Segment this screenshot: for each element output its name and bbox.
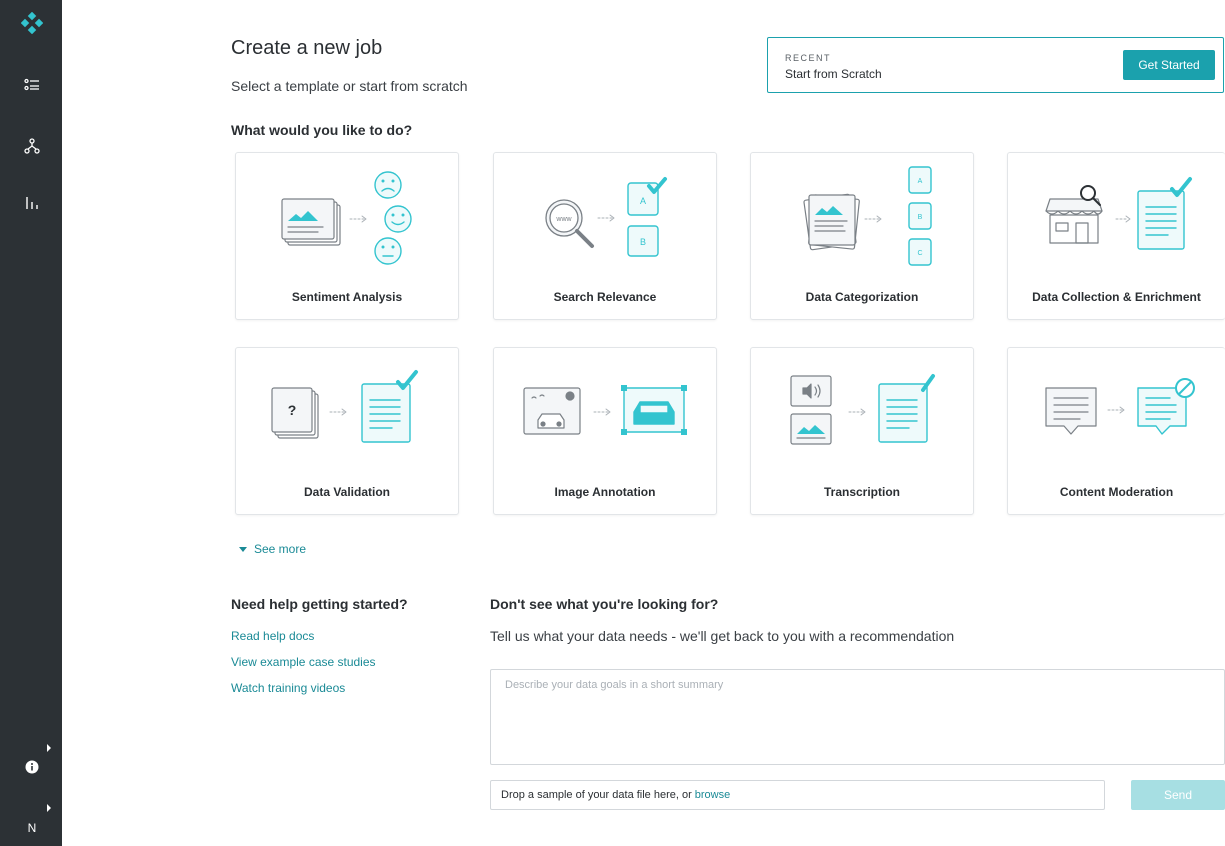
card-label: Image Annotation: [554, 485, 656, 499]
template-card-data-validation[interactable]: ? Data Validation: [235, 347, 459, 515]
search-relevance-icon: www A B: [506, 163, 704, 281]
user-expand-caret[interactable]: [47, 804, 51, 812]
data-validation-icon: ?: [248, 358, 446, 476]
template-card-data-collection[interactable]: Data Collection & Enrichment: [1007, 152, 1225, 320]
recent-panel: RECENT Start from Scratch Get Started: [767, 37, 1224, 93]
request-subtitle: Tell us what your data needs - we'll get…: [490, 628, 955, 644]
template-card-data-categorization[interactable]: A B C Data Categorization: [750, 152, 974, 320]
template-card-search-relevance[interactable]: www A B Search Relevance: [493, 152, 717, 320]
content-moderation-icon: [1020, 358, 1218, 476]
case-studies-link[interactable]: View example case studies: [231, 655, 376, 669]
card-label: Transcription: [823, 485, 900, 499]
bar-chart-icon[interactable]: [19, 190, 45, 216]
request-heading: Don't see what you're looking for?: [490, 596, 719, 612]
task-list-icon[interactable]: [19, 72, 45, 98]
workflow-icon[interactable]: [19, 133, 45, 159]
data-collection-icon: [1020, 163, 1218, 281]
get-started-button[interactable]: Get Started: [1123, 50, 1215, 80]
training-videos-link[interactable]: Watch training videos: [231, 681, 345, 695]
template-card-content-moderation[interactable]: Content Moderation: [1007, 347, 1225, 515]
sidebar: N: [0, 0, 62, 846]
file-drop-zone[interactable]: Drop a sample of your data file here, or…: [490, 780, 1105, 810]
card-label: Data Collection & Enrichment: [1032, 290, 1201, 304]
help-heading: Need help getting started?: [231, 596, 408, 612]
data-goals-textarea[interactable]: [490, 669, 1225, 765]
caret-down-icon: [239, 546, 247, 552]
recent-label: RECENT: [785, 53, 832, 63]
data-categorization-icon: A B C: [763, 163, 961, 281]
image-annotation-icon: [506, 358, 704, 476]
browse-link[interactable]: browse: [695, 789, 730, 801]
drop-text: Drop a sample of your data file here, or: [501, 789, 692, 801]
card-label: Content Moderation: [1059, 485, 1174, 499]
info-icon[interactable]: [19, 754, 45, 780]
templates-heading: What would you like to do?: [231, 122, 413, 138]
info-expand-caret[interactable]: [47, 744, 51, 752]
svg-text:A: A: [918, 178, 923, 185]
card-label: Search Relevance: [553, 290, 657, 304]
recent-item[interactable]: Start from Scratch: [785, 67, 882, 81]
send-button[interactable]: Send: [1131, 780, 1225, 810]
svg-text:C: C: [917, 250, 922, 257]
template-card-sentiment-analysis[interactable]: Sentiment Analysis: [235, 152, 459, 320]
card-label: Data Categorization: [805, 290, 919, 304]
card-label: Sentiment Analysis: [291, 290, 403, 304]
svg-text:www: www: [555, 216, 572, 223]
sentiment-analysis-icon: [248, 163, 446, 281]
transcription-icon: [763, 358, 961, 476]
svg-text:B: B: [640, 237, 646, 247]
svg-text:B: B: [918, 214, 923, 221]
page-title: Create a new job: [231, 37, 383, 59]
see-more-link[interactable]: See more: [239, 542, 306, 556]
template-card-image-annotation[interactable]: Image Annotation: [493, 347, 717, 515]
svg-text:A: A: [640, 196, 646, 206]
logo-icon[interactable]: [19, 10, 45, 36]
see-more-label: See more: [254, 542, 307, 556]
template-card-transcription[interactable]: Transcription: [750, 347, 974, 515]
svg-text:?: ?: [288, 402, 297, 418]
page-subtitle: Select a template or start from scratch: [231, 78, 468, 94]
user-avatar[interactable]: N: [19, 815, 45, 841]
card-label: Data Validation: [303, 485, 391, 499]
help-docs-link[interactable]: Read help docs: [231, 629, 314, 643]
